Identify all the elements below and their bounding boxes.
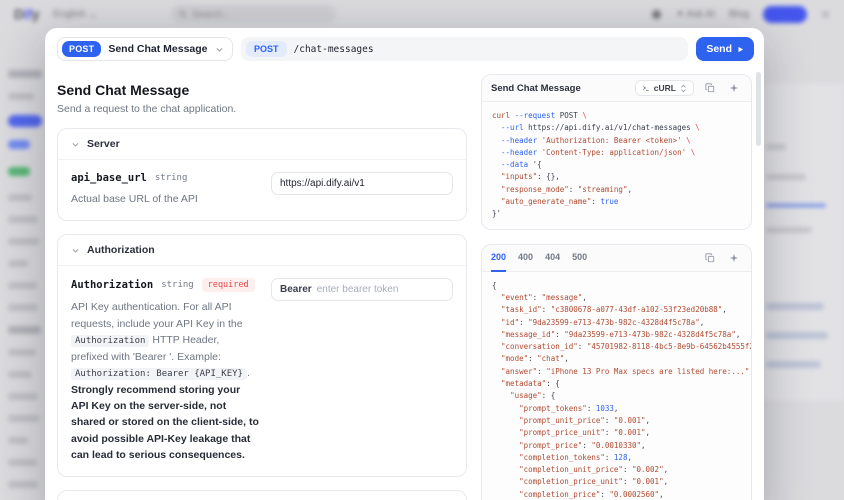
- copy-icon[interactable]: [702, 80, 718, 96]
- github-icon: [651, 9, 662, 20]
- response-status-tabs: 200 400 404 500: [491, 245, 694, 271]
- url-method-badge: POST: [246, 41, 287, 57]
- api-base-url-input[interactable]: [280, 178, 444, 189]
- backdrop-search-input: Search...: [171, 5, 336, 23]
- page-title: Send Chat Message: [57, 82, 467, 98]
- field-api-base-url: api_base_url string Actual base URL of t…: [58, 160, 466, 220]
- field-description: Actual base URL of the API: [71, 191, 259, 207]
- terminal-icon: [642, 84, 650, 92]
- field-name: api_base_url: [71, 172, 147, 184]
- request-code: curl --request POST \ --url https://api.…: [482, 102, 751, 229]
- field-description: API Key authentication. For all API requ…: [71, 299, 259, 463]
- close-icon: [821, 10, 830, 19]
- backdrop-sidebar-active-item: [8, 115, 42, 127]
- inline-code: Authorization: Bearer {API_KEY}: [71, 368, 247, 380]
- tab-500[interactable]: 500: [572, 245, 587, 272]
- language-selector: English ⌄: [53, 9, 97, 20]
- field-type: string: [161, 280, 194, 290]
- request-url-bar[interactable]: POST /chat-messages: [241, 37, 688, 61]
- language-select[interactable]: cURL: [635, 80, 694, 96]
- method-badge: POST: [62, 41, 101, 57]
- chevron-down-icon: [71, 140, 80, 149]
- blog-link: Blog: [729, 9, 749, 20]
- api-playground-modal: POST Send Chat Message POST /chat-messag…: [45, 28, 764, 500]
- endpoint-label: Send Chat Message: [108, 43, 208, 55]
- tab-404[interactable]: 404: [545, 245, 560, 272]
- request-sample-card: Send Chat Message cURL curl --request PO…: [481, 74, 752, 230]
- backdrop-topbar: Dify English ⌄ Search... ✦ Ask AI Blog: [0, 0, 844, 28]
- tab-400[interactable]: 400: [518, 245, 533, 272]
- backdrop-sidebar: [8, 70, 45, 500]
- url-path: /chat-messages: [294, 44, 374, 55]
- response-sample-card: 200 400 404 500 { "event": "message", "t…: [481, 244, 752, 500]
- authorization-section: Authorization Authorization string requi…: [57, 234, 467, 477]
- endpoint-selector[interactable]: POST Send Chat Message: [57, 37, 233, 61]
- field-name: Authorization: [71, 279, 153, 291]
- page-subtitle: Send a request to the chat application.: [57, 103, 467, 115]
- modal-scrollbar[interactable]: [756, 72, 761, 146]
- dify-logo: Dify: [14, 6, 39, 22]
- search-icon: [179, 10, 187, 18]
- request-header: POST Send Chat Message POST /chat-messag…: [45, 28, 764, 68]
- play-icon: [737, 46, 744, 53]
- sparkle-icon[interactable]: [726, 250, 742, 266]
- field-authorization: Authorization string required API Key au…: [58, 266, 466, 476]
- backdrop-right-panel: [758, 84, 844, 400]
- ask-ai-link: ✦ Ask AI: [676, 9, 715, 20]
- server-section: Server api_base_url string Actual base U…: [57, 128, 467, 221]
- sparkle-icon[interactable]: [726, 80, 742, 96]
- inline-code: Authorization: [71, 335, 149, 347]
- field-type: string: [155, 173, 188, 183]
- request-sample-title: Send Chat Message: [491, 83, 627, 94]
- required-badge: required: [202, 278, 255, 292]
- body-section-toggle[interactable]: Body: [58, 491, 466, 500]
- bearer-token-input[interactable]: [317, 284, 444, 295]
- backdrop-cta-button: [763, 6, 807, 23]
- authorization-section-toggle[interactable]: Authorization: [58, 235, 466, 266]
- copy-icon[interactable]: [702, 250, 718, 266]
- send-button[interactable]: Send: [696, 37, 754, 61]
- bearer-prefix: Bearer: [280, 284, 312, 295]
- chevron-down-icon: [71, 246, 80, 255]
- server-section-toggle[interactable]: Server: [58, 129, 466, 160]
- response-code: { "event": "message", "task_id": "c38006…: [482, 272, 751, 500]
- body-section: Body query string required User Input/Qu…: [57, 490, 467, 500]
- chevron-down-icon: [215, 45, 224, 54]
- tab-200[interactable]: 200: [491, 245, 506, 272]
- chevron-updown-icon: [680, 84, 687, 93]
